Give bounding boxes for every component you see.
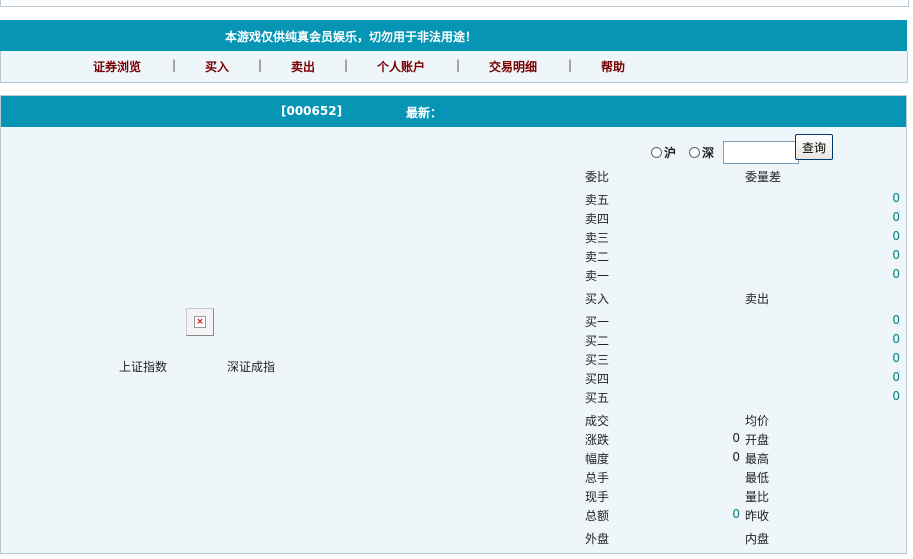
- sell-row-value: 0: [892, 210, 900, 224]
- sell-row-label: 卖五: [585, 193, 610, 207]
- amplitude-value: 0: [732, 450, 740, 464]
- nav-personal-account[interactable]: 个人账户: [377, 58, 425, 75]
- latest-price-label: 最新：: [406, 106, 443, 120]
- change-label: 涨跌: [585, 433, 610, 447]
- sz-index-link[interactable]: 深证成指: [227, 358, 275, 375]
- low-label: 最低: [745, 471, 770, 485]
- sell-row-value: 0: [892, 267, 900, 281]
- open-label: 开盘: [745, 433, 770, 447]
- sell-row-value: 0: [892, 248, 900, 262]
- sell-row-label: 卖二: [585, 250, 610, 264]
- nav-separator: |: [344, 58, 349, 72]
- broken-image-icon: ×: [194, 316, 206, 328]
- buy-row-label: 买三: [585, 353, 610, 367]
- buy-row-value: 0: [892, 370, 900, 384]
- buy-row-value: 0: [892, 351, 900, 365]
- buy-row-label: 买五: [585, 391, 610, 405]
- diff-label: 委量差: [745, 170, 782, 184]
- nav-separator: |: [456, 58, 461, 72]
- buy-row-value: 0: [892, 332, 900, 346]
- nav-separator: |: [568, 58, 573, 72]
- current-volume-label: 现手: [585, 490, 610, 504]
- inner-volume-label: 内盘: [745, 532, 770, 546]
- exchange-sz-option[interactable]: 深: [689, 144, 714, 161]
- total-amount-label: 总额: [585, 509, 610, 523]
- query-button[interactable]: 查询: [795, 134, 833, 160]
- radio-sh[interactable]: [651, 147, 662, 158]
- amplitude-label: 幅度: [585, 452, 610, 466]
- sell-row-value: 0: [892, 229, 900, 243]
- total-volume-label: 总手: [585, 471, 610, 485]
- total-amount-value: 0: [732, 507, 740, 521]
- exchange-sh-option[interactable]: 沪: [651, 144, 676, 161]
- notice-banner: 本游戏仅供纯真会员娱乐，切勿用于非法用途！: [0, 20, 907, 51]
- main-nav: 证券浏览 | 买入 | 卖出 | 个人账户 | 交易明细 | 帮助: [0, 51, 908, 83]
- volume-ratio-label: 量比: [745, 490, 770, 504]
- sell-row-label: 卖四: [585, 212, 610, 226]
- buy-row-value: 0: [892, 313, 900, 327]
- sell-row-label: 卖三: [585, 231, 610, 245]
- prev-close-label: 昨收: [745, 509, 770, 523]
- ratio-label: 委比: [585, 170, 610, 184]
- buy-row-value: 0: [892, 389, 900, 403]
- buy-row-label: 买四: [585, 372, 610, 386]
- radio-sz[interactable]: [689, 147, 700, 158]
- nav-transaction-details[interactable]: 交易明细: [489, 58, 537, 75]
- stock-code: [000652]: [281, 104, 343, 118]
- change-value: 0: [732, 431, 740, 445]
- sh-index-link[interactable]: 上证指数: [119, 358, 167, 375]
- sell-row-label: 卖一: [585, 269, 610, 283]
- buy-header-label: 买入: [585, 292, 610, 306]
- nav-sell[interactable]: 卖出: [291, 58, 315, 75]
- notice-text: 本游戏仅供纯真会员娱乐，切勿用于非法用途！: [225, 30, 478, 44]
- quote-panel: [000652] 最新： × 上证指数 深证成指 沪 深 查询 委比 委量差 卖…: [0, 95, 907, 554]
- exchange-sh-label: 沪: [664, 146, 677, 160]
- quote-header: [000652] 最新：: [1, 96, 906, 127]
- nav-separator: |: [258, 58, 263, 72]
- sell-header-label: 卖出: [745, 292, 770, 306]
- buy-row-label: 买一: [585, 315, 610, 329]
- buy-row-label: 买二: [585, 334, 610, 348]
- avg-price-label: 均价: [745, 414, 770, 428]
- chart-image-placeholder: ×: [186, 308, 214, 336]
- nav-help[interactable]: 帮助: [601, 58, 625, 75]
- exchange-sz-label: 深: [702, 146, 715, 160]
- nav-securities-browse[interactable]: 证券浏览: [93, 58, 141, 75]
- nav-separator: |: [172, 58, 177, 72]
- stock-code-input[interactable]: [723, 141, 799, 164]
- nav-buy[interactable]: 买入: [205, 58, 229, 75]
- deal-label: 成交: [585, 414, 610, 428]
- top-strip: [0, 0, 909, 7]
- high-label: 最高: [745, 452, 770, 466]
- outer-volume-label: 外盘: [585, 532, 610, 546]
- sell-row-value: 0: [892, 191, 900, 205]
